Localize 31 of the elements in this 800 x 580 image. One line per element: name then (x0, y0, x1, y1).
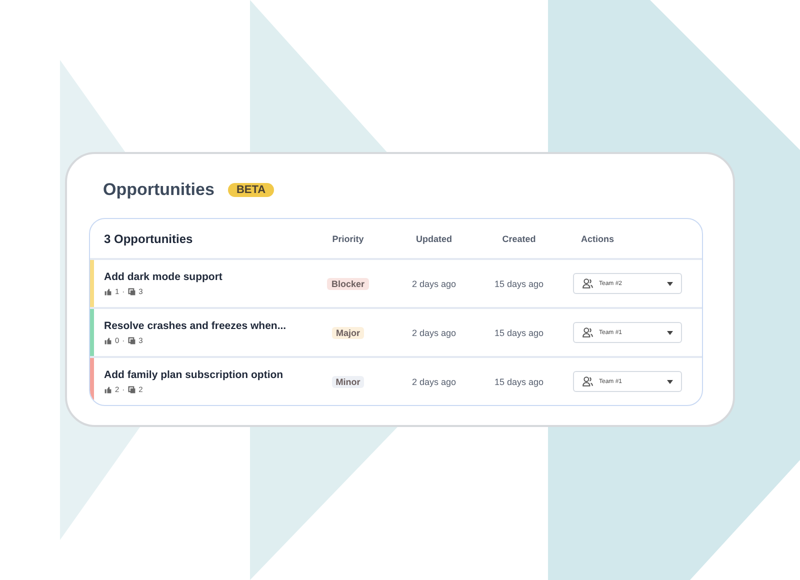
column-header: Created (501, 234, 537, 244)
opportunity-title[interactable]: Add dark mode support (104, 271, 305, 283)
priority-tag: Major (332, 326, 364, 338)
caret-icon (667, 380, 673, 384)
created-date: 15 days ago (493, 278, 545, 288)
updated-date: 2 days ago (410, 278, 458, 288)
copy-icon (128, 336, 136, 344)
beta-badge: BETA (228, 183, 274, 197)
updated-date: 2 days ago (410, 328, 458, 338)
caret-icon (667, 330, 673, 334)
thumbs-up-icon (104, 288, 112, 296)
thumbs-up-icon (104, 336, 112, 344)
priority-tag: Blocker (327, 278, 369, 290)
users-icon (582, 278, 593, 289)
created-date: 15 days ago (493, 328, 545, 338)
caret-icon (667, 282, 673, 286)
opportunity-title[interactable]: Add family plan subscription option (104, 369, 305, 381)
created-date: 15 days ago (493, 376, 545, 386)
priority-tag: Minor (332, 376, 364, 388)
copy-icon (128, 288, 136, 296)
users-icon (582, 327, 593, 338)
opportunity-title[interactable]: Resolve crashes and freezes when... (104, 320, 305, 332)
updated-date: 2 days ago (410, 376, 458, 386)
column-header: Updated (415, 234, 453, 244)
column-header: Priority (331, 234, 365, 244)
users-icon (582, 376, 593, 387)
copy-icon (128, 386, 136, 394)
column-header: Actions (580, 234, 616, 244)
page-title: Opportunities (103, 180, 214, 200)
table-title: 3 Opportunities (103, 232, 194, 246)
thumbs-up-icon (104, 386, 112, 394)
